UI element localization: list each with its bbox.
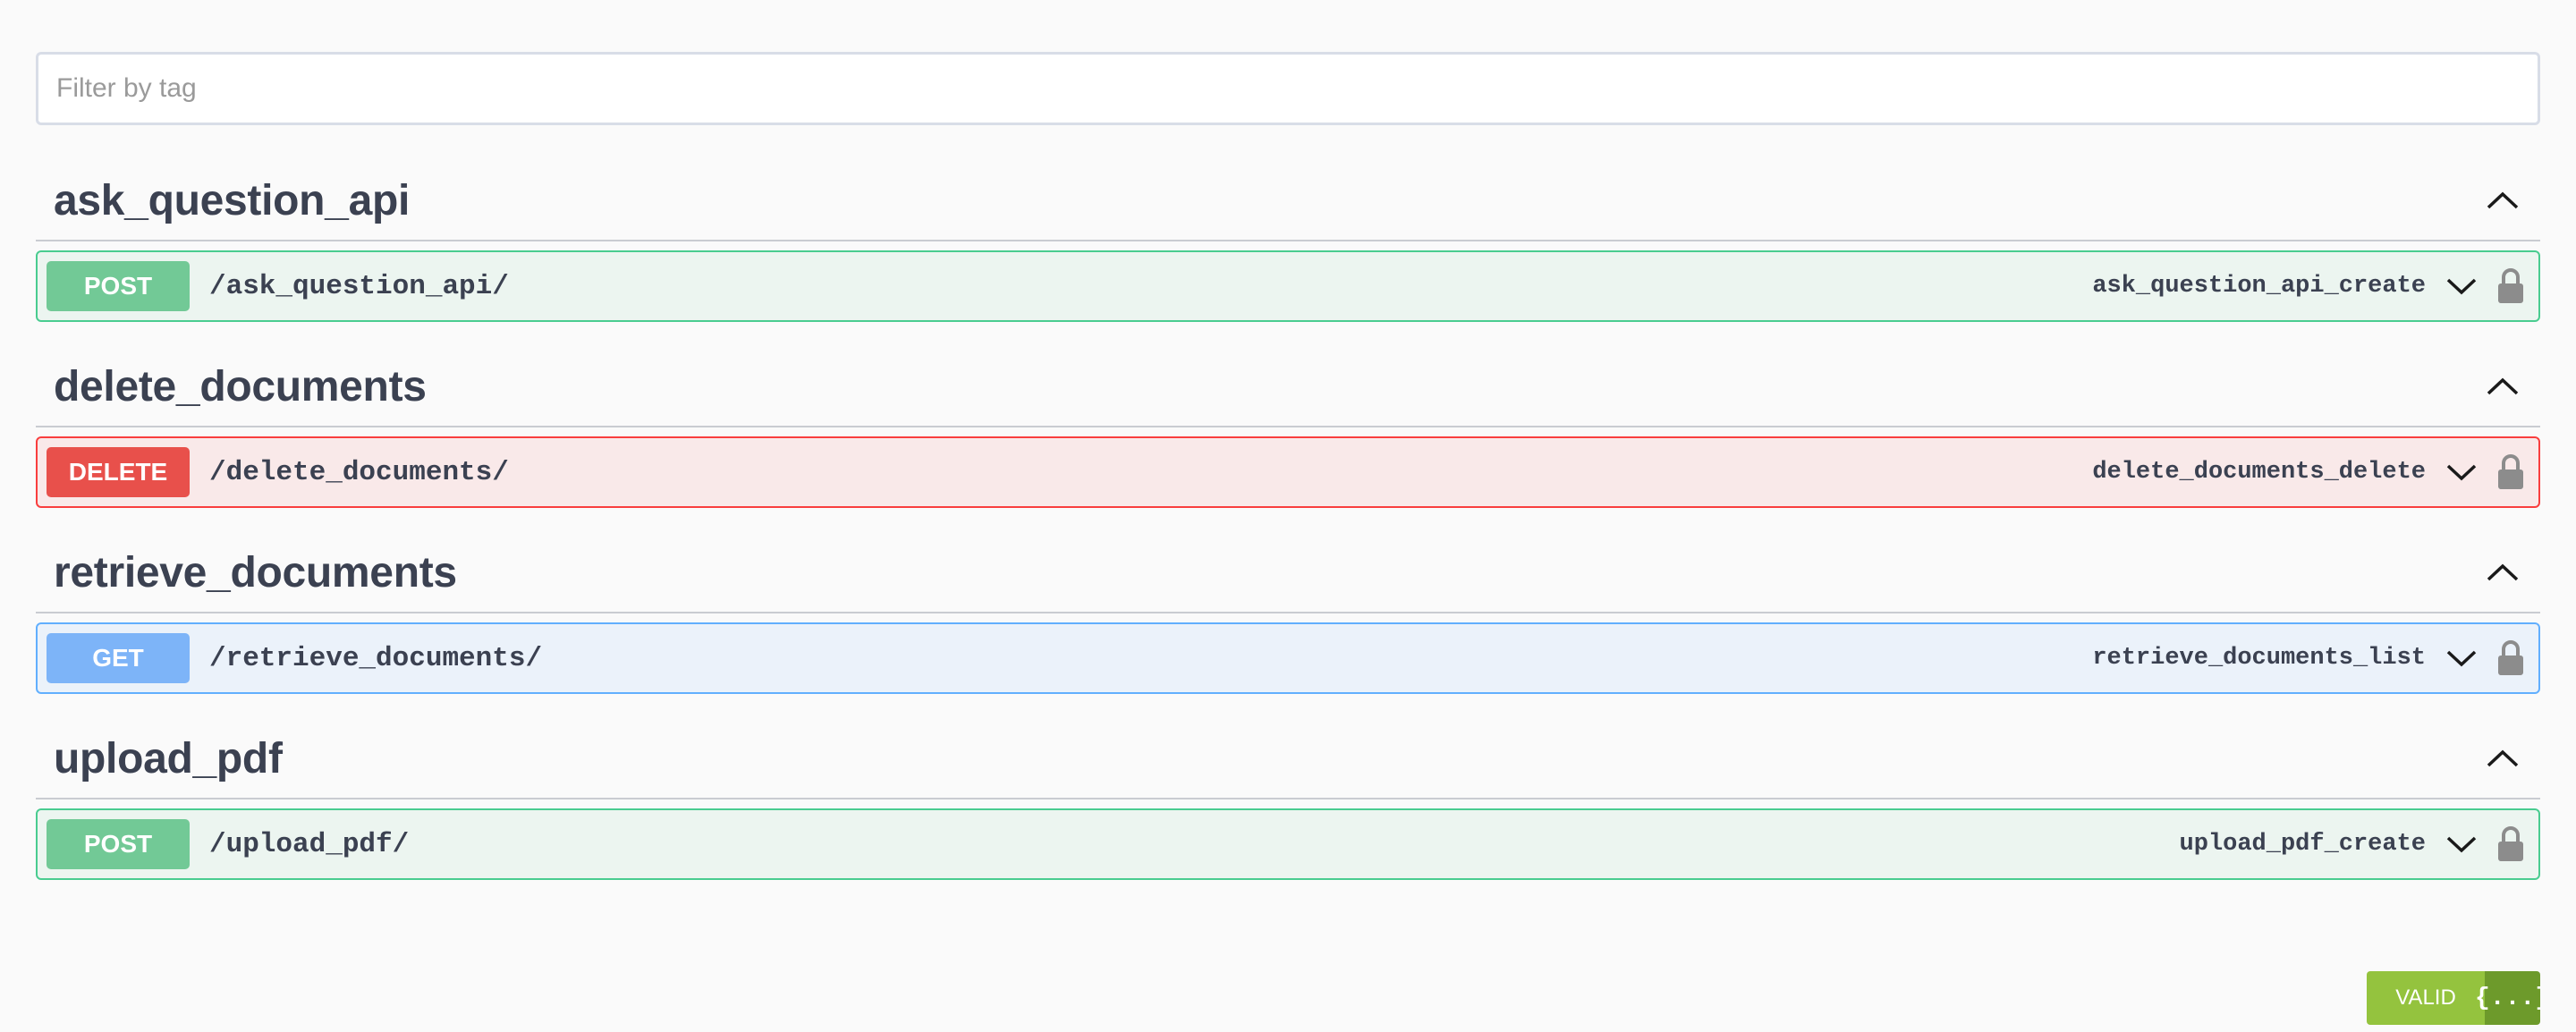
operation-path: /retrieve_documents/ — [209, 642, 543, 674]
chevron-up-icon[interactable] — [2483, 367, 2522, 406]
tag-section-delete-documents: delete_documents DELETE /delete_document… — [36, 347, 2540, 508]
chevron-up-icon[interactable] — [2483, 553, 2522, 592]
tag-header-retrieve-documents[interactable]: retrieve_documents — [36, 533, 2540, 613]
operation-id: delete_documents_delete — [2092, 459, 2426, 486]
tag-title: retrieve_documents — [54, 548, 457, 596]
chevron-down-icon[interactable] — [2444, 640, 2479, 676]
operation-path: /ask_question_api/ — [209, 270, 509, 302]
operation-id: retrieve_documents_list — [2092, 645, 2426, 672]
tag-section-ask-question-api: ask_question_api POST /ask_question_api/… — [36, 161, 2540, 322]
operation-id: upload_pdf_create — [2179, 831, 2426, 858]
swagger-operations-panel: ask_question_api POST /ask_question_api/… — [36, 52, 2540, 880]
method-badge-delete: DELETE — [47, 447, 190, 497]
tag-title: ask_question_api — [54, 176, 411, 224]
operation-path: /upload_pdf/ — [209, 828, 410, 860]
chevron-down-icon[interactable] — [2444, 826, 2479, 862]
lock-icon[interactable] — [2496, 266, 2526, 307]
operation-path: /delete_documents/ — [209, 456, 509, 488]
method-badge-get: GET — [47, 633, 190, 683]
chevron-down-icon[interactable] — [2444, 454, 2479, 490]
chevron-up-icon[interactable] — [2483, 181, 2522, 220]
operation-post-upload-pdf[interactable]: POST /upload_pdf/ upload_pdf_create — [36, 808, 2540, 880]
validator-label: VALID — [2367, 971, 2485, 1025]
lock-icon[interactable] — [2496, 824, 2526, 865]
chevron-down-icon[interactable] — [2444, 268, 2479, 304]
tag-title: delete_documents — [54, 362, 427, 410]
tag-header-upload-pdf[interactable]: upload_pdf — [36, 719, 2540, 799]
filter-by-tag-input[interactable] — [36, 52, 2540, 125]
operation-get-retrieve-documents[interactable]: GET /retrieve_documents/ retrieve_docume… — [36, 622, 2540, 694]
chevron-up-icon[interactable] — [2483, 739, 2522, 778]
tag-header-ask-question-api[interactable]: ask_question_api — [36, 161, 2540, 241]
tag-title: upload_pdf — [54, 734, 283, 782]
method-badge-post: POST — [47, 261, 190, 311]
tag-header-delete-documents[interactable]: delete_documents — [36, 347, 2540, 427]
json-braces-icon: {...} — [2475, 971, 2540, 1025]
operation-post-ask-question-api[interactable]: POST /ask_question_api/ ask_question_api… — [36, 250, 2540, 322]
lock-icon[interactable] — [2496, 638, 2526, 679]
tag-section-upload-pdf: upload_pdf POST /upload_pdf/ upload_pdf_… — [36, 719, 2540, 880]
method-badge-post: POST — [47, 819, 190, 869]
operation-id: ask_question_api_create — [2092, 273, 2426, 300]
validator-badge[interactable]: VALID {...} — [2367, 971, 2540, 1025]
operation-delete-delete-documents[interactable]: DELETE /delete_documents/ delete_documen… — [36, 436, 2540, 508]
lock-icon[interactable] — [2496, 452, 2526, 493]
tag-section-retrieve-documents: retrieve_documents GET /retrieve_documen… — [36, 533, 2540, 694]
